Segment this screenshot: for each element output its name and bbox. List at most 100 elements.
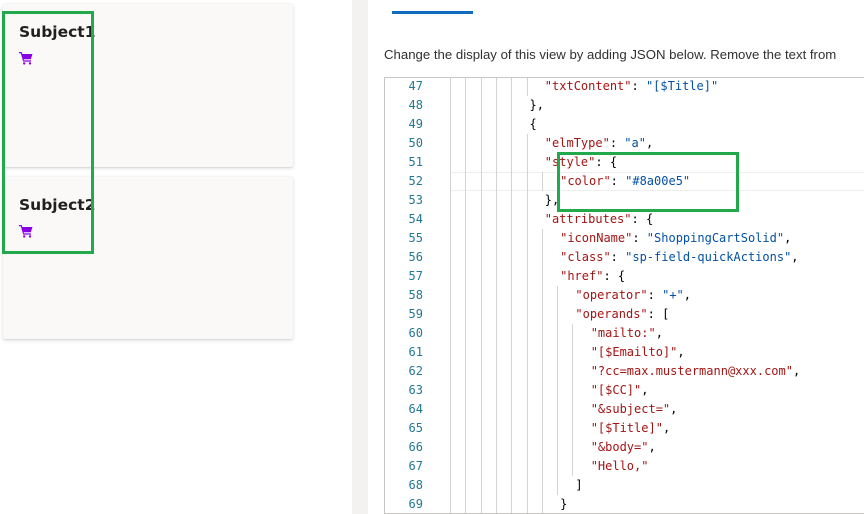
indent-guide — [480, 248, 482, 267]
indent-guide — [511, 115, 513, 134]
json-key-token: "elmType" — [544, 136, 610, 150]
json-key-token: "[$Emailto]" — [590, 345, 678, 359]
indent-guide — [450, 210, 451, 229]
indent-guide — [511, 229, 513, 248]
json-punctuation: , — [662, 421, 671, 435]
code-text: "&subject=", — [591, 400, 678, 419]
indent-guide — [557, 457, 559, 476]
indent-guide — [526, 210, 528, 229]
indent-guide — [465, 248, 467, 267]
indent-guide — [465, 476, 467, 495]
indent-guide — [541, 495, 543, 513]
code-text: }, — [530, 96, 544, 115]
indent-guide — [541, 267, 543, 286]
code-line: 55 "iconName": "ShoppingCartSolid", — [385, 229, 864, 248]
indent-guide — [495, 153, 497, 172]
line-number: 55 — [408, 231, 423, 245]
json-punctuation: , — [784, 231, 792, 245]
indent-guide — [480, 153, 482, 172]
indent-guide — [450, 419, 451, 438]
indent-guide — [465, 457, 467, 476]
code-text: "attributes": { — [545, 210, 653, 229]
indent-guide — [541, 476, 543, 495]
indent-guide — [480, 324, 482, 343]
indent-guide — [572, 362, 574, 381]
indent-guide — [541, 381, 543, 400]
indent-guide — [526, 248, 528, 267]
code-line: 50 "elmType": "a", — [385, 134, 864, 153]
indent-guide — [572, 438, 574, 457]
line-number: 68 — [408, 478, 423, 492]
line-number: 58 — [408, 288, 423, 302]
indent-guide — [526, 438, 528, 457]
code-line: 64 "&subject=", — [385, 400, 864, 419]
indent-guide — [495, 324, 497, 343]
indent-guide — [450, 248, 451, 267]
json-key-token: "class" — [560, 250, 611, 264]
json-punctuation: : — [609, 136, 625, 150]
indent-guide — [526, 343, 528, 362]
json-punctuation: : — [647, 288, 663, 302]
json-punctuation: : — [631, 79, 646, 93]
code-text: "[$Emailto]", — [591, 343, 685, 362]
indent-guide — [450, 343, 451, 362]
json-punctuation: : { — [631, 212, 654, 226]
code-line: 63 "[$CC]", — [385, 381, 864, 400]
indent-guide — [541, 305, 543, 324]
json-key-token: "attributes" — [544, 212, 632, 226]
code-text: "iconName": "ShoppingCartSolid", — [560, 229, 791, 248]
list-view-area: Subject1 Subject2 — [0, 0, 352, 514]
indent-guide — [495, 343, 497, 362]
indent-guide — [557, 438, 559, 457]
json-code-editor[interactable]: 47 "txtContent": "[$Title]" 48}, 49{50 "elmT… — [384, 77, 864, 514]
code-line: 59 "operands": [ — [385, 305, 864, 324]
code-text: "mailto:", — [591, 324, 663, 343]
indent-guide — [495, 134, 497, 153]
indent-guide — [450, 134, 451, 153]
code-text: "class": "sp-field-quickActions", — [560, 248, 798, 267]
line-number: 65 — [408, 421, 423, 435]
code-text: ] — [575, 476, 582, 495]
indent-guide — [480, 305, 482, 324]
indent-guide — [511, 324, 513, 343]
json-punctuation: { — [529, 117, 537, 131]
indent-guide — [480, 457, 482, 476]
indent-guide — [480, 438, 482, 457]
indent-guide — [526, 153, 528, 172]
json-punctuation: , — [641, 383, 649, 397]
line-number: 50 — [408, 136, 423, 150]
json-key-token: "mailto:" — [590, 326, 656, 340]
json-value-token: "[$Title]" — [645, 79, 719, 93]
code-line: 61 "[$Emailto]", — [385, 343, 864, 362]
indent-guide — [480, 172, 482, 191]
json-punctuation: }, — [529, 98, 544, 112]
indent-guide — [465, 229, 467, 248]
indent-guide — [511, 78, 513, 96]
highlight-box — [557, 152, 739, 212]
json-punctuation: : { — [603, 269, 626, 283]
indent-guide — [480, 381, 482, 400]
json-key-token: "operator" — [575, 288, 648, 302]
indent-guide — [526, 476, 528, 495]
indent-guide — [450, 153, 451, 172]
indent-guide — [465, 400, 467, 419]
indent-guide — [495, 438, 497, 457]
indent-guide — [495, 286, 497, 305]
indent-guide — [450, 115, 451, 134]
json-key-token: "&body=" — [590, 440, 649, 454]
json-value-token: "a" — [624, 136, 646, 150]
code-line: 65 "[$Title]", — [385, 419, 864, 438]
indent-guide — [495, 210, 497, 229]
panel-divider — [352, 0, 368, 514]
line-number: 62 — [408, 364, 423, 378]
indent-guide — [465, 324, 467, 343]
indent-guide — [480, 134, 482, 153]
indent-guide — [495, 381, 497, 400]
indent-guide — [511, 134, 513, 153]
indent-guide — [495, 267, 497, 286]
indent-guide — [450, 476, 451, 495]
indent-guide — [465, 419, 467, 438]
indent-guide — [450, 286, 451, 305]
active-tab-indicator[interactable] — [392, 11, 473, 14]
indent-guide — [526, 134, 528, 153]
